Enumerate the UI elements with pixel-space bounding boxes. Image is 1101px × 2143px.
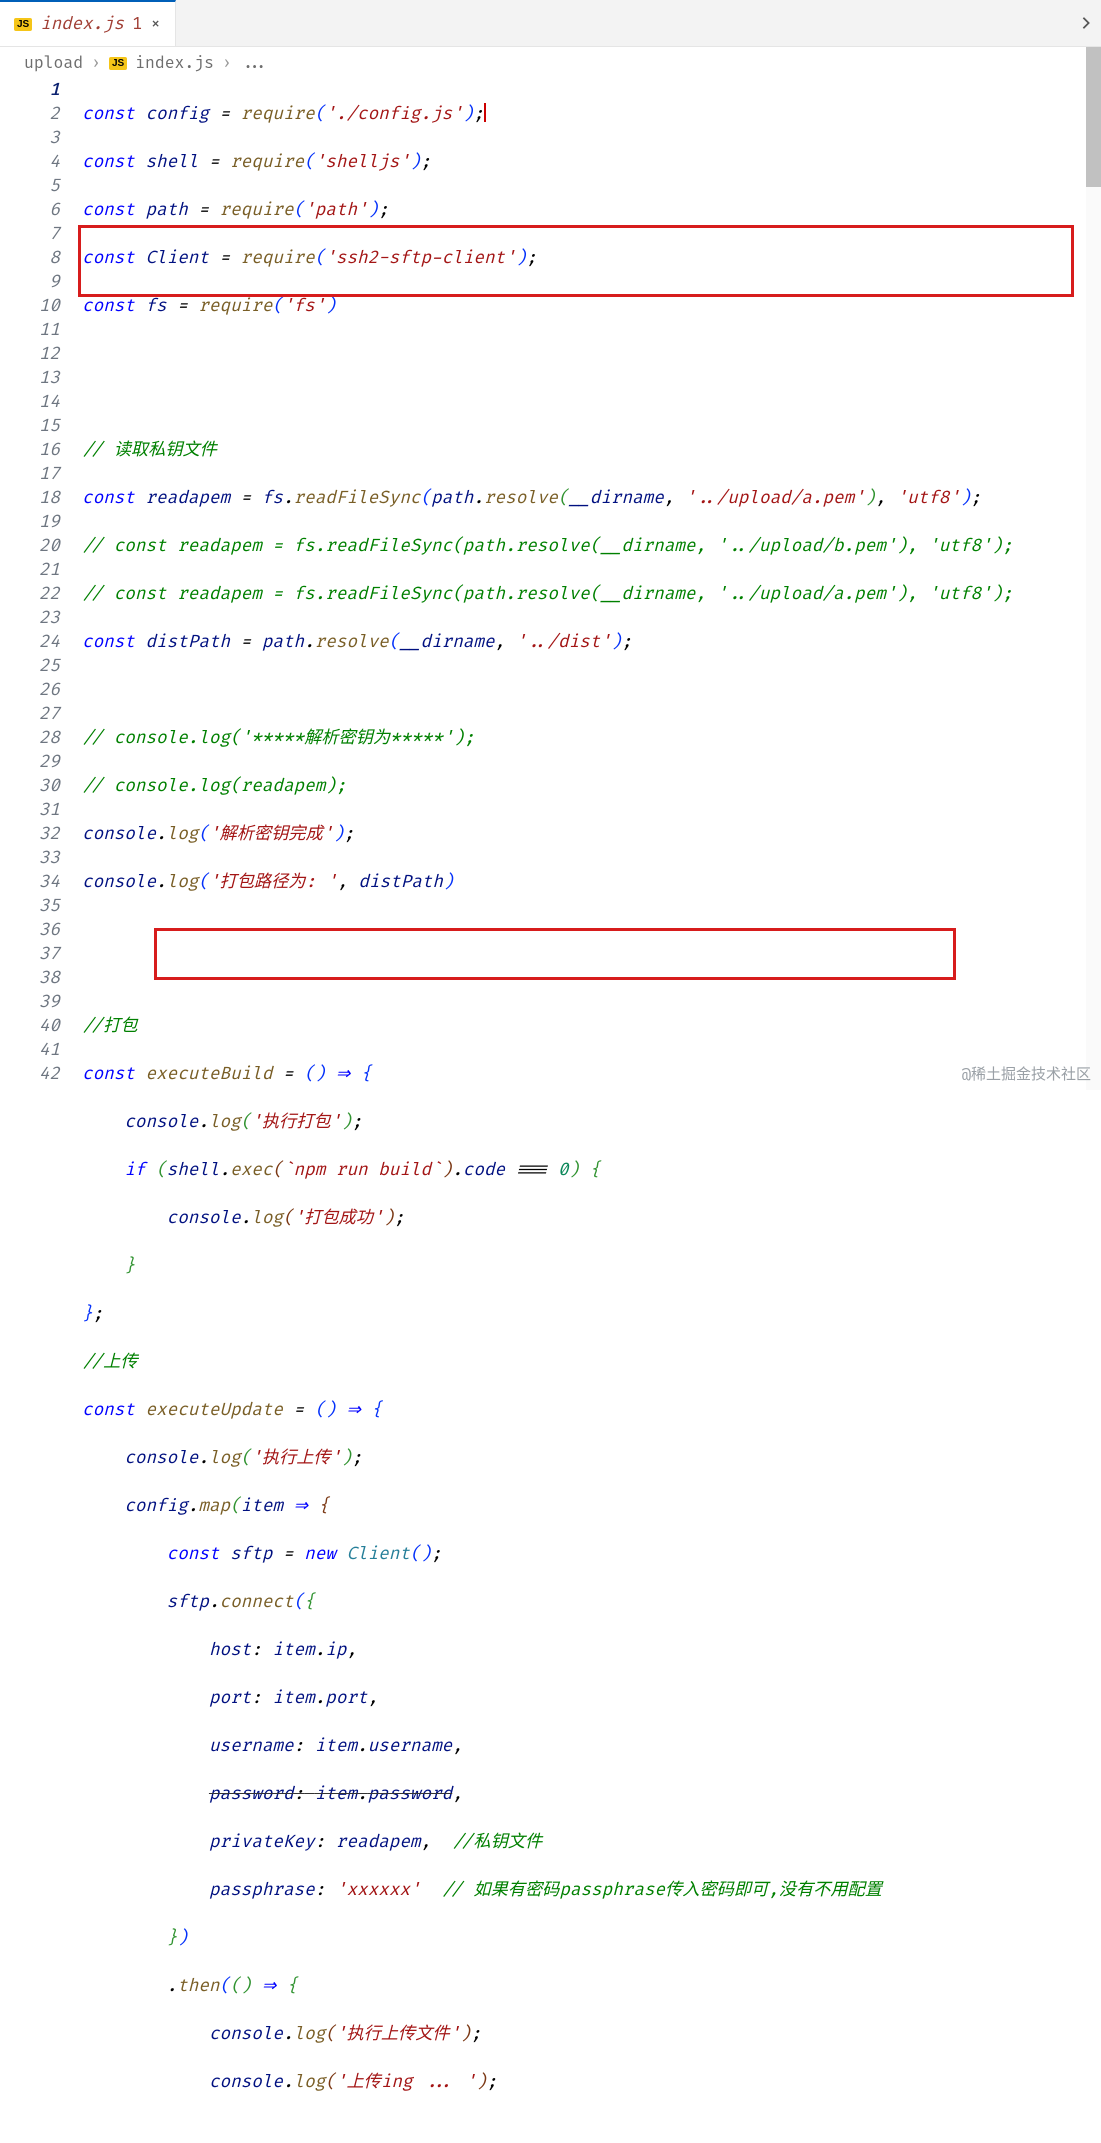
line-number: 19 — [0, 511, 60, 535]
text-cursor — [484, 103, 486, 122]
line-number: 42 — [0, 1063, 60, 1087]
line-number: 27 — [0, 703, 60, 727]
scrollbar-thumb[interactable] — [1086, 47, 1101, 187]
line-number: 4 — [0, 151, 60, 175]
line-number: 5 — [0, 175, 60, 199]
breadcrumb-more[interactable]: ... — [240, 53, 270, 73]
breadcrumb-file[interactable]: index.js — [135, 53, 214, 73]
chevron-right-icon: › — [222, 53, 232, 73]
line-number: 2 — [0, 103, 60, 127]
line-number: 9 — [0, 271, 60, 295]
line-number: 38 — [0, 967, 60, 991]
line-number: 39 — [0, 991, 60, 1015]
line-number: 22 — [0, 583, 60, 607]
tab-modified-badge: 1 — [132, 14, 142, 35]
code-editor[interactable]: 1234567891011121314151617181920212223242… — [0, 79, 1101, 2143]
watermark-text: @稀土掘金技术社区 — [962, 1063, 1091, 1084]
line-number: 34 — [0, 871, 60, 895]
line-number: 17 — [0, 463, 60, 487]
line-number: 16 — [0, 439, 60, 463]
breadcrumb-folder[interactable]: upload — [24, 53, 83, 73]
line-number: 1 — [0, 79, 60, 103]
chevron-right-icon — [1079, 16, 1093, 30]
line-number: 36 — [0, 919, 60, 943]
line-number: 18 — [0, 487, 60, 511]
line-number: 24 — [0, 631, 60, 655]
line-number: 35 — [0, 895, 60, 919]
tab-overflow-button[interactable] — [1071, 0, 1101, 46]
line-number: 33 — [0, 847, 60, 871]
line-number: 23 — [0, 607, 60, 631]
line-number: 14 — [0, 391, 60, 415]
line-number: 7 — [0, 223, 60, 247]
vertical-scrollbar[interactable] — [1086, 47, 1101, 1090]
line-number: 15 — [0, 415, 60, 439]
line-number: 6 — [0, 199, 60, 223]
line-number: 11 — [0, 319, 60, 343]
js-file-icon: JS — [14, 18, 32, 31]
line-number-gutter: 1234567891011121314151617181920212223242… — [0, 79, 82, 2143]
code-area[interactable]: const config = require('./config.js'); c… — [82, 79, 1101, 2143]
line-number: 12 — [0, 343, 60, 367]
line-number: 32 — [0, 823, 60, 847]
breadcrumb: upload › JS index.js › ... — [0, 47, 1101, 79]
js-file-icon: JS — [109, 57, 127, 70]
line-number: 37 — [0, 943, 60, 967]
line-number: 41 — [0, 1039, 60, 1063]
line-number: 10 — [0, 295, 60, 319]
line-number: 25 — [0, 655, 60, 679]
line-number: 3 — [0, 127, 60, 151]
chevron-right-icon: › — [91, 53, 101, 73]
tab-bar: JS index.js 1 × — [0, 0, 1101, 47]
line-number: 8 — [0, 247, 60, 271]
close-icon[interactable]: × — [150, 14, 160, 35]
line-number: 21 — [0, 559, 60, 583]
line-number: 40 — [0, 1015, 60, 1039]
tab-filename: index.js — [40, 14, 124, 35]
line-number: 26 — [0, 679, 60, 703]
line-number: 29 — [0, 751, 60, 775]
line-number: 13 — [0, 367, 60, 391]
line-number: 20 — [0, 535, 60, 559]
line-number: 31 — [0, 799, 60, 823]
tab-index-js[interactable]: JS index.js 1 × — [0, 0, 176, 46]
line-number: 30 — [0, 775, 60, 799]
line-number: 28 — [0, 727, 60, 751]
